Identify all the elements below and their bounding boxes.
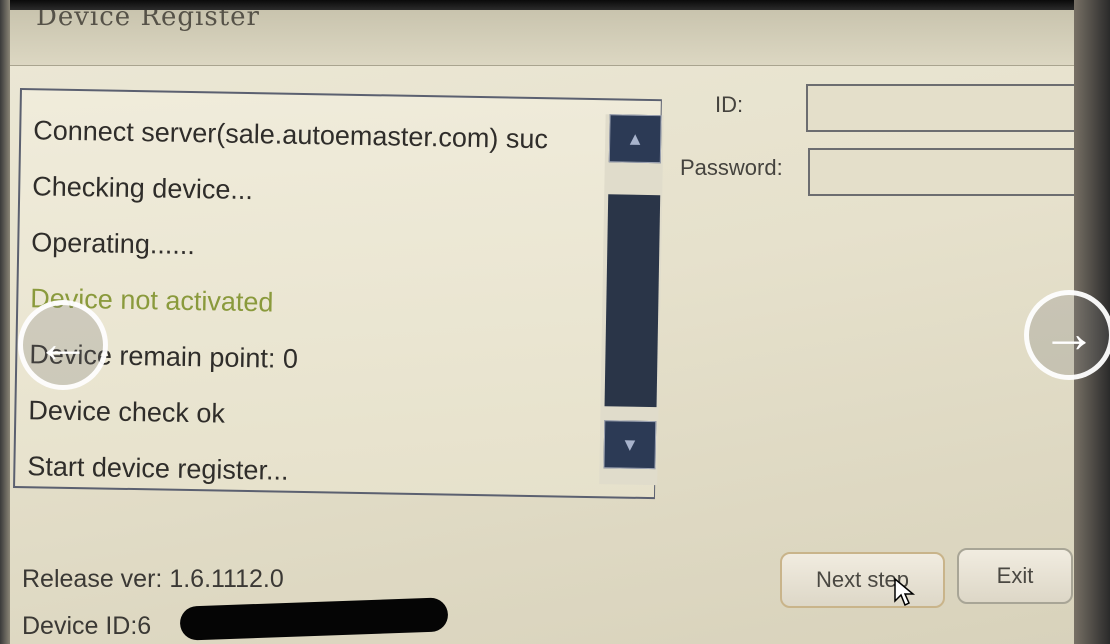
release-value: 1.6.1112.0: [169, 565, 284, 593]
release-version: Release ver: 1.6.1112.0: [22, 565, 284, 594]
password-field[interactable]: [808, 148, 1074, 196]
log-line: Start device register...: [27, 451, 289, 486]
chevron-down-icon: ▼: [620, 434, 639, 455]
log-scrollbar[interactable]: ▲ ▼: [599, 114, 664, 486]
device-id: Device ID:6: [22, 612, 152, 640]
id-label: ID:: [715, 92, 744, 117]
log-line-warning: Device not activated: [30, 283, 274, 318]
exit-button[interactable]: Exit: [957, 548, 1073, 604]
next-step-button[interactable]: Next step: [780, 552, 945, 608]
scroll-thumb[interactable]: [604, 194, 661, 408]
mouse-cursor-icon: [894, 577, 916, 607]
log-panel: Connect server(sale.autoemaster.com) suc…: [13, 88, 664, 500]
log-line: Device remain point: 0: [29, 339, 299, 374]
release-label: Release ver:: [22, 565, 163, 593]
log-list: Connect server(sale.autoemaster.com) suc…: [27, 102, 594, 504]
log-line: Device check ok: [28, 395, 226, 429]
arrow-right-icon[interactable]: →: [1024, 290, 1110, 380]
log-line: Operating......: [31, 227, 196, 261]
id-field[interactable]: [806, 84, 1074, 132]
title-bar: Device Register: [10, 2, 1074, 66]
password-label: Password:: [680, 155, 783, 180]
log-line: Checking device...: [32, 171, 254, 206]
redaction-bar: [179, 597, 449, 641]
scroll-up-button[interactable]: ▲: [608, 114, 662, 164]
scroll-down-button[interactable]: ▼: [603, 420, 657, 470]
chevron-up-icon: ▲: [626, 128, 645, 149]
screen-bezel-top: [0, 0, 1110, 10]
screen-bezel-left: [0, 0, 10, 644]
device-register-window: Device Register Connect server(sale.auto…: [0, 0, 1110, 644]
log-line: Connect server(sale.autoemaster.com) suc: [33, 115, 549, 155]
arrow-left-icon[interactable]: ←: [18, 300, 108, 390]
